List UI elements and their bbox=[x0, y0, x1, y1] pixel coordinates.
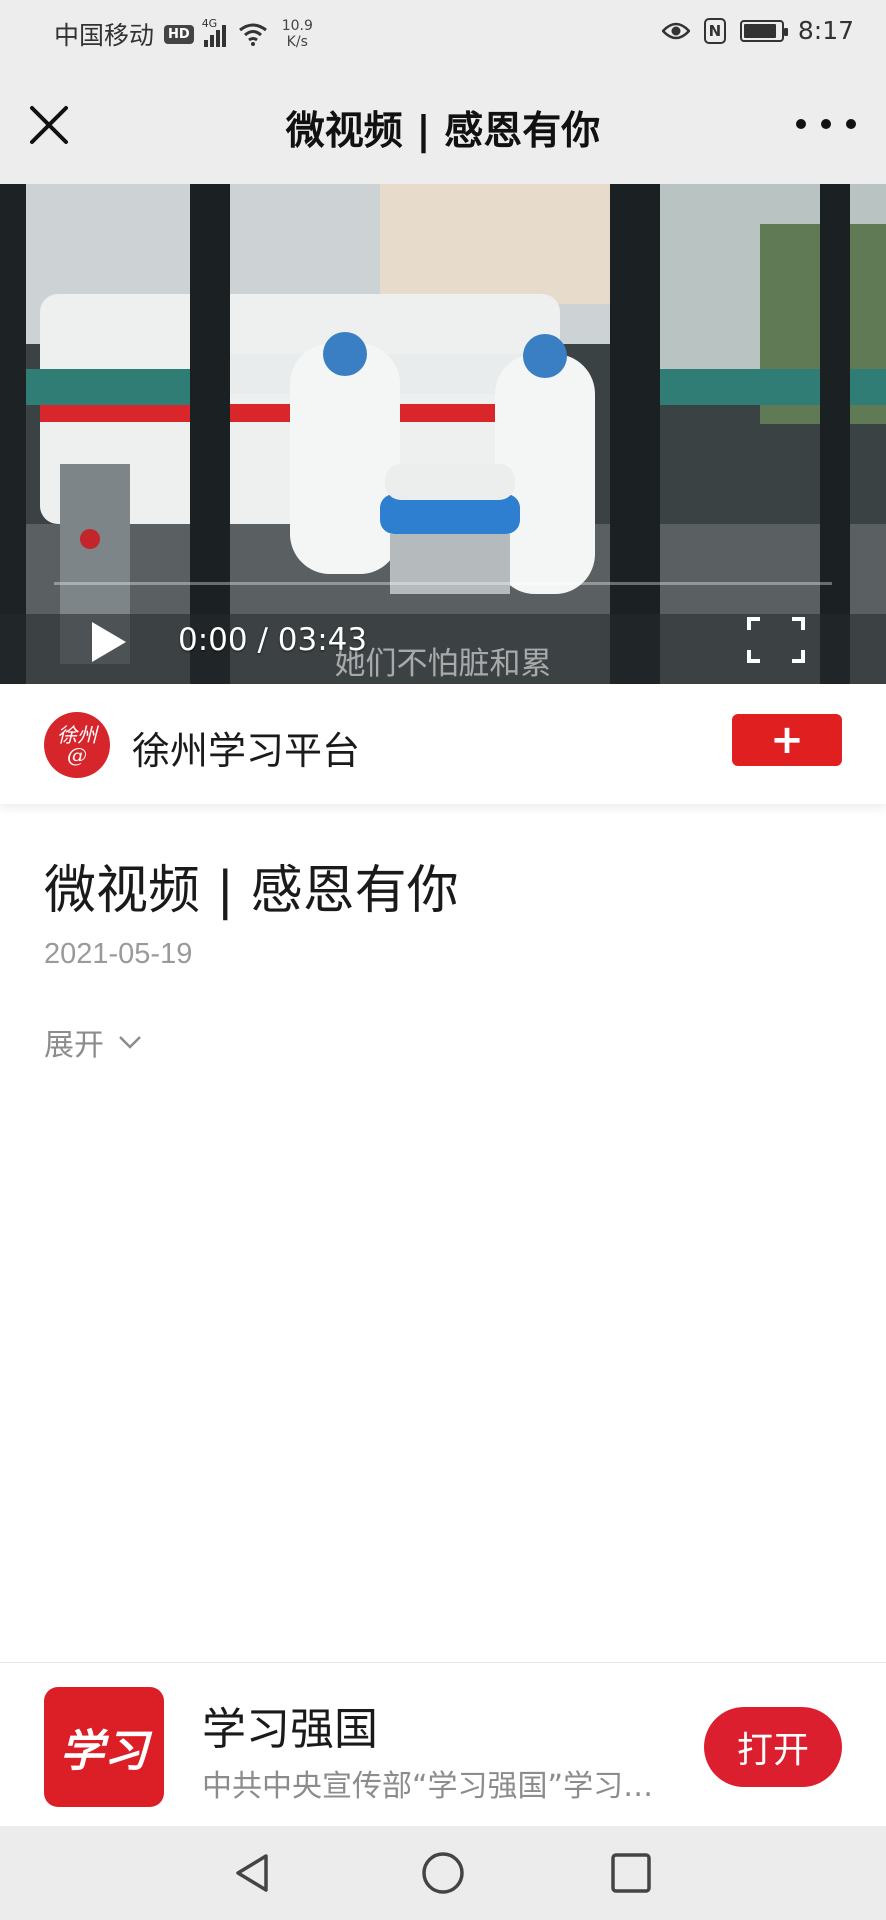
signal-icon: 4G bbox=[202, 17, 226, 47]
video-time: 0:00 / 03:43 bbox=[178, 622, 368, 658]
close-icon[interactable] bbox=[26, 102, 72, 148]
publisher-avatar-text: 徐州 bbox=[57, 723, 97, 747]
follow-button[interactable]: + bbox=[732, 714, 842, 766]
carrier-label: 中国移动 bbox=[54, 21, 155, 50]
home-icon[interactable] bbox=[418, 1848, 468, 1898]
network-speed-value: 10.9 bbox=[281, 18, 313, 34]
fullscreen-icon[interactable] bbox=[746, 616, 806, 664]
status-right: N 8:17 bbox=[661, 16, 854, 45]
app-name: 学习强国 bbox=[202, 1704, 378, 1755]
publisher-avatar[interactable]: 徐州 @ bbox=[44, 712, 110, 778]
app-description: 中共中央宣传部“学习强国”学习平台 bbox=[202, 1769, 682, 1804]
chevron-down-icon bbox=[119, 1036, 141, 1049]
system-nav-bar bbox=[0, 1826, 886, 1920]
wifi-icon bbox=[238, 23, 267, 46]
hd-badge: HD bbox=[164, 24, 194, 44]
expand-label: 展开 bbox=[44, 1028, 104, 1063]
status-bar: 中国移动 HD 4G 10.9 K/s N 8:17 bbox=[0, 0, 886, 64]
battery-icon bbox=[739, 19, 788, 42]
video-controls: 她们不怕脏和累 0:00 / 03:43 bbox=[0, 574, 886, 684]
network-speed-unit: K/s bbox=[286, 34, 308, 50]
publisher-avatar-mark: @ bbox=[67, 743, 87, 767]
recents-icon[interactable] bbox=[606, 1848, 656, 1898]
network-type-label: 4G bbox=[201, 17, 218, 30]
video-progress-bar[interactable] bbox=[54, 582, 832, 585]
publisher-name[interactable]: 徐州学习平台 bbox=[132, 720, 360, 775]
back-icon[interactable] bbox=[228, 1848, 278, 1898]
title-bar: 微视频 | 感恩有你 bbox=[0, 64, 886, 184]
eye-icon bbox=[661, 22, 690, 39]
open-app-button[interactable]: 打开 bbox=[704, 1707, 842, 1787]
video-player[interactable]: 她们不怕脏和累 0:00 / 03:43 bbox=[0, 184, 886, 684]
app-promo-bar: 学习 学习强国 中共中央宣传部“学习强国”学习平台 打开 bbox=[0, 1662, 886, 1826]
network-speed: 10.9 K/s bbox=[282, 18, 313, 50]
more-icon[interactable] bbox=[796, 112, 856, 136]
status-left: 中国移动 HD 4G 10.9 K/s bbox=[54, 16, 313, 52]
nfc-icon: N bbox=[703, 17, 726, 44]
expand-button[interactable]: 展开 bbox=[44, 1020, 142, 1064]
article-title: 微视频 | 感恩有你 bbox=[44, 861, 459, 921]
clock: 8:17 bbox=[797, 16, 854, 45]
article-date: 2021-05-19 bbox=[44, 938, 193, 970]
publisher-bar: 徐州 @ 徐州学习平台 + bbox=[0, 684, 886, 804]
battery-level bbox=[743, 23, 777, 38]
page-title: 微视频 | 感恩有你 bbox=[285, 109, 601, 154]
app-logo: 学习 bbox=[44, 1687, 164, 1807]
